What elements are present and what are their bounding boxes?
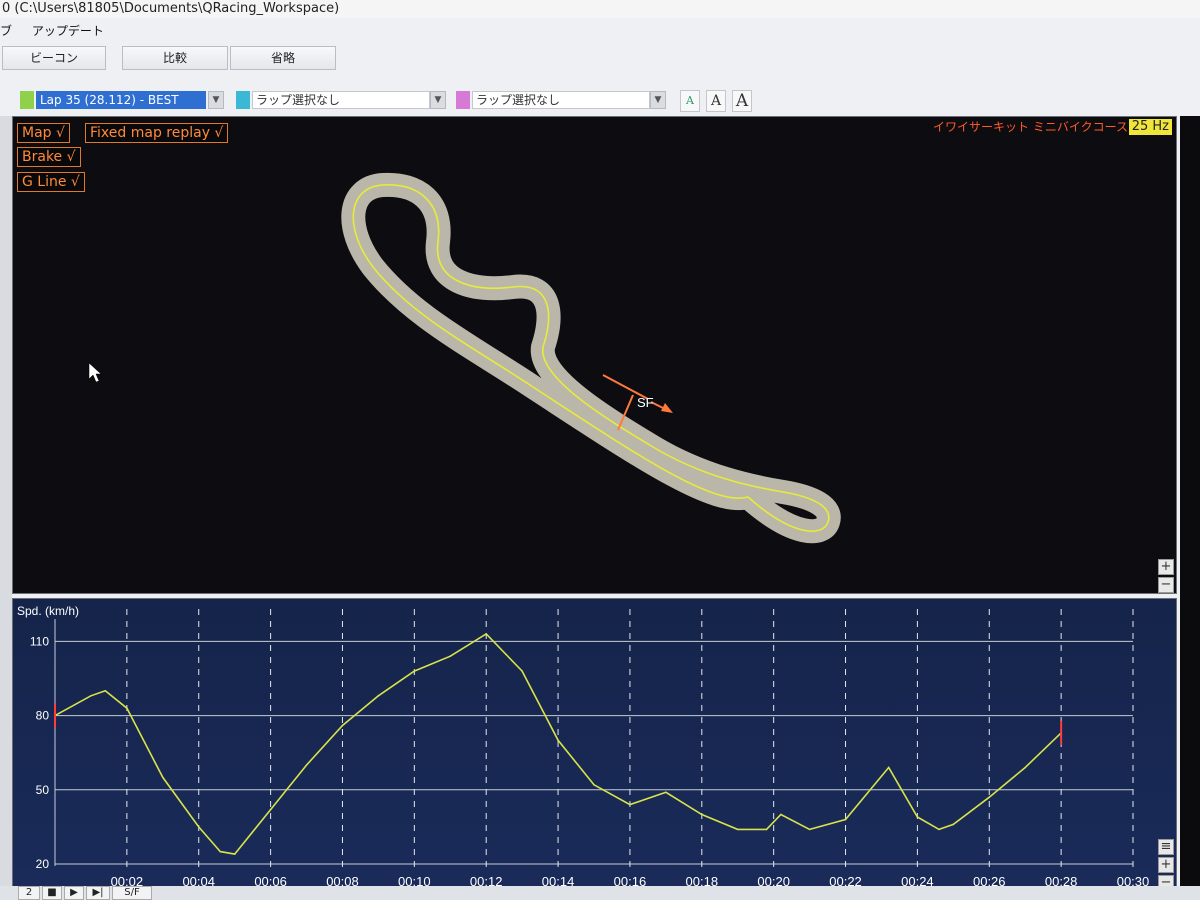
omit-button[interactable]: 省略 — [230, 46, 336, 70]
speed-data-point — [305, 764, 308, 766]
stop-button[interactable]: ■ — [42, 886, 62, 900]
lap-number-field[interactable]: 2 — [18, 886, 40, 900]
y-tick-label: 110 — [30, 634, 49, 648]
course-name: イワイサーキット ミニバイクコース — [933, 120, 1128, 134]
speed-data-point — [593, 784, 595, 786]
g-line-toggle[interactable]: G Line √ — [17, 172, 85, 192]
speed-data-point — [104, 690, 107, 692]
speed-data-point — [413, 670, 416, 672]
map-zoom-in-button[interactable]: + — [1158, 559, 1174, 575]
speed-data-point — [1024, 766, 1026, 769]
speed-data-point — [557, 739, 559, 742]
sample-rate-badge: 25 Hz — [1128, 119, 1172, 135]
speed-data-point — [988, 796, 991, 799]
bottom-bar: 2 ■ ▶ ▶| S/F — [0, 886, 1200, 900]
speed-data-point — [233, 853, 236, 855]
chart-zoom-in-button[interactable]: + — [1158, 857, 1174, 873]
lap3-dropdown-arrow-icon[interactable]: ▼ — [650, 91, 666, 109]
speed-data-point — [916, 816, 919, 818]
speed-data-point — [780, 813, 782, 816]
speed-data-point — [197, 826, 200, 828]
brake-toggle[interactable]: Brake √ — [17, 147, 81, 167]
lap2-dropdown-arrow-icon[interactable]: ▼ — [430, 91, 446, 109]
track-map-canvas: SF — [88, 172, 841, 544]
speed-data-point — [126, 707, 128, 709]
compare-button[interactable]: 比較 — [122, 46, 228, 70]
speed-data-point — [736, 828, 739, 831]
step-button[interactable]: ▶| — [86, 886, 110, 900]
fixed-map-replay-toggle[interactable]: Fixed map replay √ — [85, 123, 229, 143]
speed-data-point — [219, 850, 222, 853]
speed-data-point — [449, 655, 452, 658]
start-finish-label: SF — [637, 395, 654, 410]
menu-item-update[interactable]: アップデート — [32, 24, 104, 38]
chart-menu-button[interactable]: ≡ — [1158, 839, 1174, 855]
y-tick-label: 50 — [36, 783, 50, 797]
right-panel-edge — [1180, 116, 1200, 896]
mouse-cursor-icon — [88, 362, 102, 383]
speed-data-point — [377, 694, 380, 697]
lap1-color-swatch — [20, 91, 34, 109]
direction-arrow-head-icon — [661, 403, 673, 413]
y-tick-label: 80 — [36, 709, 50, 723]
speed-data-point — [162, 776, 164, 779]
speed-data-point — [521, 670, 523, 672]
play-button[interactable]: ▶ — [64, 886, 84, 900]
font-small-button[interactable]: A — [680, 90, 700, 112]
lap-selector-row: Lap 35 (28.112) - BEST ▼ ラップ選択なし ▼ ラップ選択… — [0, 88, 1200, 114]
lap1-dropdown-arrow-icon[interactable]: ▼ — [208, 91, 224, 109]
y-tick-label: 20 — [36, 857, 50, 871]
speed-data-point — [629, 803, 631, 806]
speed-data-point — [887, 766, 890, 769]
speed-data-point — [952, 823, 955, 826]
speed-data-point — [269, 808, 272, 811]
speed-data-point — [90, 694, 92, 697]
lap2-select[interactable]: ラップ選択なし — [252, 91, 430, 109]
app-window: 0 (C:\Users\81805\Documents\QRacing_Work… — [0, 0, 1200, 900]
start-finish-button[interactable]: S/F — [112, 886, 152, 900]
beacon-button[interactable]: ビーコン — [2, 46, 106, 70]
speed-data-point — [844, 818, 847, 821]
menu-item-view[interactable]: ブ — [0, 24, 12, 38]
speed-data-point — [485, 633, 488, 635]
lap3-select[interactable]: ラップ選択なし — [472, 91, 650, 109]
window-title: 0 (C:\Users\81805\Documents\QRacing_Work… — [0, 0, 1200, 18]
speed-data-point — [765, 828, 768, 831]
speed-data-point — [701, 813, 703, 816]
speed-data-point — [938, 828, 940, 831]
speed-chart: Spd. (km/h)20508011000:02 00:04 00:06 00:08… — [17, 604, 1149, 889]
map-toggle[interactable]: Map √ — [17, 123, 70, 143]
map-zoom-out-button[interactable]: − — [1158, 577, 1174, 593]
speed-data-point — [808, 828, 811, 831]
y-axis-label: Spd. (km/h) — [17, 604, 79, 618]
menu-bar: ブ アップデート — [0, 22, 120, 42]
lap2-color-swatch — [236, 91, 250, 109]
left-panel-edge — [0, 116, 12, 896]
lap3-color-swatch — [456, 91, 470, 109]
speed-data-point — [341, 724, 344, 727]
track-surface — [341, 172, 841, 544]
lap1-select[interactable]: Lap 35 (28.112) - BEST — [36, 91, 206, 109]
track-map-view[interactable]: SF Map √ Fixed map replay √ Brake √ G Li… — [12, 116, 1177, 594]
font-medium-button[interactable]: A — [706, 90, 726, 112]
speed-chart-view[interactable]: Spd. (km/h) 20 50 80 110 00:02 00:04 00:06 00:08… — [12, 598, 1177, 893]
speed-data-point — [665, 791, 667, 794]
font-large-button[interactable]: A — [732, 90, 752, 112]
